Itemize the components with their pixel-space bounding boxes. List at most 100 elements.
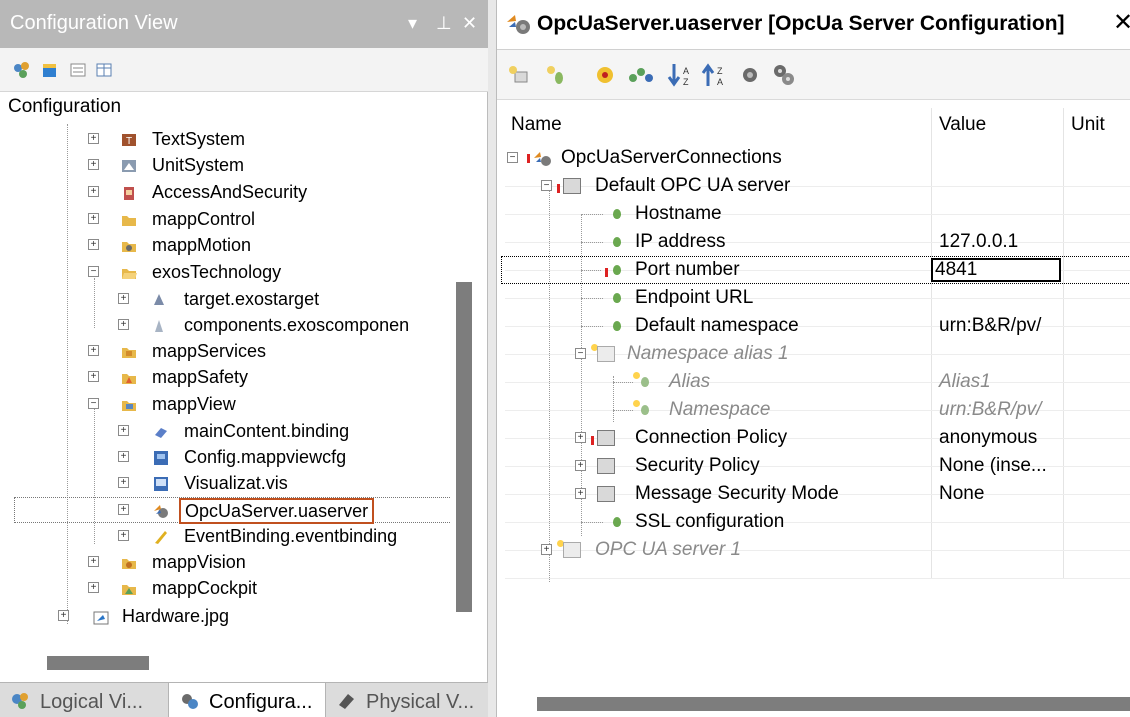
row-ip-address[interactable]: IP address: [635, 228, 725, 256]
tree-item-mappview[interactable]: mappView: [152, 391, 236, 417]
gears-icon[interactable]: [771, 62, 797, 88]
expand-toggle[interactable]: +: [88, 345, 99, 356]
tree-vertical-scrollbar[interactable]: [456, 282, 472, 612]
column-header-unit[interactable]: Unit: [1071, 114, 1105, 136]
expand-toggle[interactable]: +: [541, 544, 552, 555]
row-port-number[interactable]: Port number: [635, 256, 740, 284]
row-security-policy[interactable]: Security Policy: [635, 452, 760, 480]
expand-toggle[interactable]: +: [575, 460, 586, 471]
expand-toggle[interactable]: +: [88, 239, 99, 250]
circle-icon[interactable]: [739, 64, 761, 86]
expand-toggle[interactable]: +: [118, 451, 129, 462]
value-ip-address[interactable]: 127.0.0.1: [939, 228, 1018, 256]
editor-tab[interactable]: OpcUaServer.uaserver [OpcUa Server Confi…: [497, 0, 1130, 50]
expand-toggle[interactable]: +: [88, 556, 99, 567]
tab-logical-view[interactable]: Logical Vi...: [0, 683, 168, 717]
tree-item-mappcontrol[interactable]: mappControl: [152, 206, 255, 232]
configuration-view-icon: [182, 694, 198, 709]
row-opcuaserverconnections[interactable]: OpcUaServerConnections: [561, 144, 782, 172]
tree-item-config-mappviewcfg[interactable]: Config.mappviewcfg: [184, 444, 346, 470]
expand-toggle[interactable]: +: [575, 488, 586, 499]
tree-item-mappservices[interactable]: mappServices: [152, 338, 266, 364]
close-icon[interactable]: ✕: [462, 0, 477, 46]
column-header-name[interactable]: Name: [511, 114, 562, 136]
tree-horizontal-scrollbar[interactable]: [47, 656, 149, 670]
logical-icon[interactable]: [12, 60, 32, 80]
expand-toggle[interactable]: +: [88, 186, 99, 197]
add-leaf-icon[interactable]: [545, 64, 569, 86]
tree-item-accessandsecurity[interactable]: AccessAndSecurity: [152, 179, 307, 205]
tree-item-maincontent-binding[interactable]: mainContent.binding: [184, 418, 349, 444]
dropdown-icon[interactable]: ▾: [408, 0, 417, 46]
expand-toggle[interactable]: +: [88, 213, 99, 224]
tree-item-mappcockpit[interactable]: mappCockpit: [152, 575, 257, 601]
leaf-icon: [613, 517, 621, 527]
collapse-toggle[interactable]: −: [575, 348, 586, 359]
expand-toggle[interactable]: +: [118, 319, 129, 330]
expand-toggle[interactable]: +: [118, 504, 129, 515]
expand-toggle[interactable]: +: [118, 293, 129, 304]
collapse-toggle[interactable]: −: [88, 266, 99, 277]
tree-item-mappsafety[interactable]: mappSafety: [152, 364, 248, 390]
expand-toggle[interactable]: +: [88, 133, 99, 144]
row-alias[interactable]: Alias: [669, 368, 710, 396]
value-alias[interactable]: Alias1: [939, 368, 991, 396]
collapse-toggle[interactable]: −: [541, 180, 552, 191]
value-namespace[interactable]: urn:B&R/pv/: [939, 396, 1041, 424]
value-connection-policy[interactable]: anonymous: [939, 424, 1037, 452]
expand-toggle[interactable]: +: [118, 530, 129, 541]
row-namespace[interactable]: Namespace: [669, 396, 770, 424]
target-icon[interactable]: [593, 64, 617, 86]
tab-configuration-view[interactable]: Configura...: [168, 683, 326, 717]
collapse-toggle[interactable]: −: [88, 398, 99, 409]
port-number-input[interactable]: [931, 258, 1061, 282]
tree-item-target-exostarget[interactable]: target.exostarget: [184, 286, 319, 312]
row-namespace-alias-1[interactable]: Namespace alias 1: [627, 340, 789, 368]
expand-toggle[interactable]: +: [118, 425, 129, 436]
tree-item-mappmotion[interactable]: mappMotion: [152, 232, 251, 258]
value-default-namespace[interactable]: urn:B&R/pv/: [939, 312, 1041, 340]
row-hostname[interactable]: Hostname: [635, 200, 722, 228]
view-toolbar: [0, 48, 488, 92]
optional-marker-icon: [633, 400, 640, 407]
sort-desc-icon[interactable]: AZ: [667, 62, 693, 88]
add-node-icon[interactable]: [507, 64, 531, 86]
tab-physical-view[interactable]: Physical V...: [326, 683, 488, 717]
expand-toggle[interactable]: +: [88, 582, 99, 593]
leaf-icon: [613, 209, 621, 219]
expand-toggle[interactable]: +: [88, 371, 99, 382]
tree-item-eventbinding[interactable]: EventBinding.eventbinding: [184, 523, 397, 549]
tree-item-exostechnology[interactable]: exosTechnology: [152, 259, 281, 285]
table-icon[interactable]: [94, 60, 114, 80]
tree-item-unitsystem[interactable]: UnitSystem: [152, 152, 244, 178]
tree-root-configuration[interactable]: Configuration: [8, 96, 121, 118]
row-default-namespace[interactable]: Default namespace: [635, 312, 799, 340]
value-message-security-mode[interactable]: None: [939, 480, 984, 508]
row-ssl-configuration[interactable]: SSL configuration: [635, 508, 784, 536]
expand-toggle[interactable]: +: [118, 477, 129, 488]
pin-icon[interactable]: ⊥: [436, 0, 452, 46]
cube-icon[interactable]: [40, 60, 60, 80]
tree-item-opcuaserver-uaserver[interactable]: OpcUaServer.uaserver: [179, 498, 375, 524]
close-icon[interactable]: ✕: [1113, 8, 1130, 37]
list-icon[interactable]: [68, 60, 88, 80]
tree-item-visualizat-vis[interactable]: Visualizat.vis: [184, 470, 288, 496]
row-message-security-mode[interactable]: Message Security Mode: [635, 480, 839, 508]
tree-item-hardware-jpg[interactable]: Hardware.jpg: [122, 603, 229, 629]
expand-toggle[interactable]: +: [88, 159, 99, 170]
value-security-policy[interactable]: None (inse...: [939, 452, 1047, 480]
tree-item-mappvision[interactable]: mappVision: [152, 549, 246, 575]
tree-icon[interactable]: [627, 64, 655, 86]
row-endpoint-url[interactable]: Endpoint URL: [635, 284, 753, 312]
tree-item-textsystem[interactable]: TextSystem: [152, 126, 245, 152]
expand-toggle[interactable]: +: [575, 432, 586, 443]
sort-asc-icon[interactable]: ZA: [701, 62, 727, 88]
grid-horizontal-scrollbar[interactable]: [537, 697, 1130, 711]
expand-toggle[interactable]: +: [58, 610, 69, 621]
collapse-toggle[interactable]: −: [507, 152, 518, 163]
row-default-opc-ua-server[interactable]: Default OPC UA server: [595, 172, 790, 200]
tree-item-components-exoscomponen[interactable]: components.exoscomponen: [184, 312, 409, 338]
column-header-value[interactable]: Value: [939, 114, 986, 136]
row-opc-ua-server-1[interactable]: OPC UA server 1: [595, 536, 741, 564]
row-connection-policy[interactable]: Connection Policy: [635, 424, 787, 452]
